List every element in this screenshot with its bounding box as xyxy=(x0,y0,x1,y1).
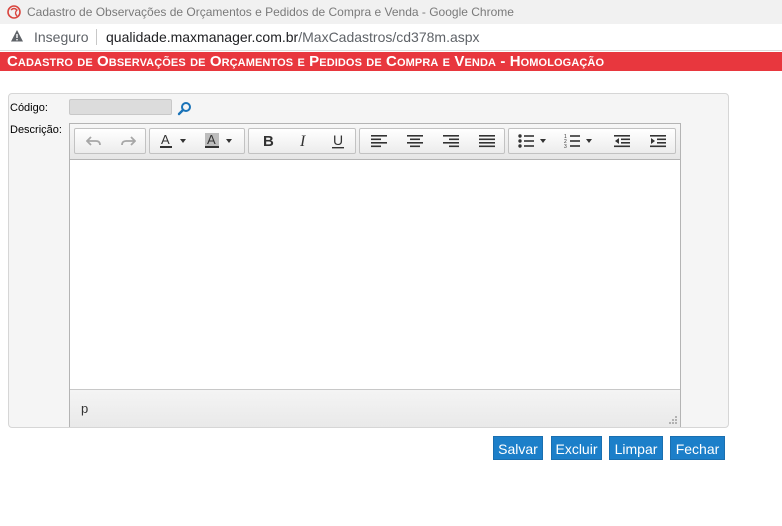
page-title: Cadastro de Observações de Orçamentos e … xyxy=(7,53,605,70)
background-color-icon: A xyxy=(205,133,232,148)
search-magnifier-icon[interactable] xyxy=(177,101,192,116)
text-color-icon: A xyxy=(160,133,186,148)
bullet-list-button[interactable] xyxy=(511,129,555,153)
bold-button[interactable]: B xyxy=(251,129,285,153)
description-editor[interactable]: A A B I U 1 2 3 p xyxy=(69,123,681,427)
bullet-list-icon xyxy=(518,134,546,148)
align-center-button[interactable] xyxy=(398,129,432,153)
url-text[interactable]: qualidade.maxmanager.com.br/MaxCadastros… xyxy=(106,29,480,45)
align-center-icon xyxy=(407,135,423,148)
security-label[interactable]: Inseguro xyxy=(34,29,88,45)
align-group xyxy=(359,128,505,154)
delete-button[interactable]: Excluir xyxy=(551,436,602,460)
chrome-app-icon xyxy=(7,5,21,19)
redo-button[interactable] xyxy=(111,129,145,153)
svg-text:I: I xyxy=(299,133,306,149)
italic-icon: I xyxy=(299,133,306,149)
close-button[interactable]: Fechar xyxy=(670,436,725,460)
svg-text:3: 3 xyxy=(564,144,567,148)
underline-icon: U xyxy=(332,133,344,149)
format-group: B I U xyxy=(248,128,356,154)
warning-triangle-icon[interactable] xyxy=(10,29,24,43)
numbered-list-button[interactable]: 123 xyxy=(557,129,601,153)
align-right-button[interactable] xyxy=(434,129,468,153)
save-button[interactable]: Salvar xyxy=(493,436,543,460)
text-color-button[interactable]: A xyxy=(152,129,196,153)
codigo-input[interactable] xyxy=(69,99,172,115)
undo-button[interactable] xyxy=(77,129,111,153)
clear-button[interactable]: Limpar xyxy=(609,436,663,460)
outdent-icon xyxy=(614,135,630,148)
descricao-label: Descrição: xyxy=(10,124,62,136)
numbered-list-icon: 123 xyxy=(564,134,592,148)
bold-icon: B xyxy=(263,133,274,149)
redo-icon xyxy=(121,136,136,146)
align-justify-icon xyxy=(479,135,495,148)
align-right-icon xyxy=(443,135,459,148)
align-left-icon xyxy=(371,135,387,148)
align-left-button[interactable] xyxy=(362,129,396,153)
list-group: 123 xyxy=(508,128,676,154)
editor-statusbar: p xyxy=(70,389,680,427)
page-header: Cadastro de Observações de Orçamentos e … xyxy=(0,52,782,71)
element-path[interactable]: p xyxy=(81,401,88,416)
italic-button[interactable]: I xyxy=(287,129,321,153)
svg-text:U: U xyxy=(333,133,343,148)
svg-text:A: A xyxy=(161,133,170,147)
url-path: /MaxCadastros/cd378m.aspx xyxy=(298,29,480,45)
codigo-label: Código: xyxy=(10,102,48,114)
browser-titlebar: Cadastro de Observações de Orçamentos e … xyxy=(0,0,782,24)
svg-text:A: A xyxy=(207,133,216,147)
indent-icon xyxy=(650,135,666,148)
indent-button[interactable] xyxy=(641,129,675,153)
svg-text:B: B xyxy=(263,133,274,149)
url-host: qualidade.maxmanager.com.br xyxy=(106,29,299,45)
editor-toolbar: A A B I U 1 2 3 xyxy=(70,124,680,160)
color-group: A A xyxy=(149,128,245,154)
address-separator xyxy=(96,29,97,45)
background-color-button[interactable]: A xyxy=(198,129,242,153)
resize-grip-icon[interactable] xyxy=(668,415,678,425)
align-justify-button[interactable] xyxy=(470,129,504,153)
undo-icon xyxy=(86,136,101,146)
history-group xyxy=(74,128,146,154)
underline-button[interactable]: U xyxy=(321,129,355,153)
window-title: Cadastro de Observações de Orçamentos e … xyxy=(27,5,514,19)
address-bar[interactable]: Inseguro qualidade.maxmanager.com.br/Max… xyxy=(0,24,782,51)
outdent-button[interactable] xyxy=(605,129,639,153)
editor-content-area[interactable] xyxy=(70,160,680,389)
